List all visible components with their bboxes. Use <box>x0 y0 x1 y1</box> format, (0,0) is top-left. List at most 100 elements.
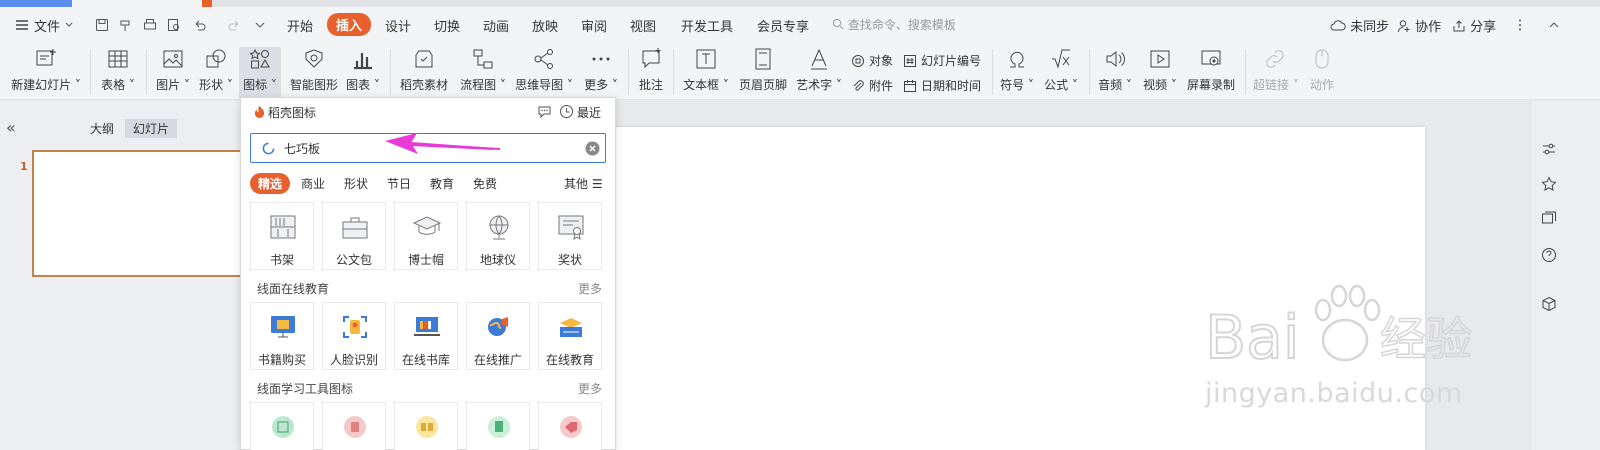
category-education[interactable]: 教育 <box>430 175 454 192</box>
undo-icon[interactable] <box>192 17 208 33</box>
tab-transitions[interactable]: 切换 <box>434 16 460 35</box>
chat-icon[interactable] <box>537 104 552 119</box>
collaborate-label: 协作 <box>1415 20 1442 35</box>
help-icon[interactable] <box>1541 247 1557 263</box>
collaborate-button[interactable]: 协作 <box>1397 16 1441 35</box>
action-label: 动作 <box>1309 78 1334 92</box>
datetime-button[interactable]: 日期和时间 <box>903 77 981 94</box>
category-holiday[interactable]: 节日 <box>387 175 411 192</box>
share-button[interactable]: 分享 <box>1452 16 1496 35</box>
new-slide-button[interactable]: 新建幻灯片 ˅ <box>10 47 82 99</box>
icon-card-online-education[interactable]: 在线教育 <box>538 302 602 370</box>
table-button[interactable]: 表格 ˅ <box>100 47 136 99</box>
window-tab[interactable] <box>0 0 72 7</box>
icon-card-learning-tool[interactable] <box>250 402 314 450</box>
hamburger-icon[interactable] <box>14 17 30 33</box>
symbol-button[interactable]: 符号 ˅ <box>999 47 1035 99</box>
screen-record-button[interactable]: 屏幕录制 <box>1186 47 1236 99</box>
tab-developer[interactable]: 开发工具 <box>681 16 733 35</box>
section-more-learning-tools[interactable]: 更多 <box>578 380 602 397</box>
file-menu[interactable]: 文件 <box>34 16 60 35</box>
tab-design[interactable]: 设计 <box>385 16 411 35</box>
mindmap-button[interactable]: 思维导图 ˅ <box>515 47 573 99</box>
more-label: 更多 <box>584 78 609 92</box>
category-business[interactable]: 商业 <box>301 175 325 192</box>
picture-button[interactable]: 图片 ˅ <box>155 47 191 99</box>
star-icon[interactable] <box>1541 176 1557 192</box>
clear-search-icon[interactable] <box>585 141 600 156</box>
icon-card-learning-tool[interactable] <box>538 402 602 450</box>
book-tool-icon <box>416 416 438 438</box>
action-button[interactable]: 动作 <box>1306 47 1338 99</box>
save-icon[interactable] <box>94 17 110 33</box>
docer-material-button[interactable]: 稻壳素材 <box>398 47 450 99</box>
icon-card-learning-tool[interactable] <box>466 402 530 450</box>
annotation-arrow <box>385 133 500 154</box>
category-free[interactable]: 免费 <box>473 175 497 192</box>
icon-button[interactable]: 图标 ˅ <box>239 47 281 99</box>
cube-icon[interactable] <box>1541 296 1557 312</box>
tab-slides[interactable]: 幻灯片 <box>125 119 178 138</box>
chevron-down-icon[interactable] <box>64 17 74 33</box>
icon-card-globe[interactable]: 地球仪 <box>466 202 530 270</box>
textbox-button[interactable]: 文本框 ˅ <box>682 47 730 99</box>
smart-art-button[interactable]: 智能图形 <box>287 47 341 99</box>
print-preview-icon[interactable] <box>166 17 182 33</box>
link-icon <box>1266 50 1284 68</box>
tab-insert[interactable]: 插入 <box>327 13 372 36</box>
video-button[interactable]: 视频 ˅ <box>1142 47 1178 99</box>
category-featured[interactable]: 精选 <box>250 173 291 194</box>
flowchart-button[interactable]: 流程图 ˅ <box>460 47 506 99</box>
baidu-watermark: Bai 经验 jingyan.baidu.com <box>1204 270 1495 410</box>
tab-animations[interactable]: 动画 <box>483 16 509 35</box>
tab-review[interactable]: 审阅 <box>581 16 607 35</box>
comment-button[interactable]: 批注 <box>636 47 666 99</box>
properties-icon[interactable] <box>1541 141 1557 157</box>
wordart-label: 艺术字 <box>796 78 833 92</box>
command-search[interactable]: 查找命令、搜索模板 <box>832 16 956 33</box>
recent-button[interactable]: 最近 <box>577 104 601 121</box>
hyperlink-button[interactable]: 超链接 ˅ <box>1253 47 1299 99</box>
audio-button[interactable]: 音频 ˅ <box>1097 47 1133 99</box>
window-tab-active[interactable] <box>72 0 202 7</box>
wordart-button[interactable]: 艺术字 ˅ <box>796 47 842 99</box>
formula-button[interactable]: 公式 ˅ <box>1043 47 1079 99</box>
icon-card-learning-tool[interactable] <box>322 402 386 450</box>
tab-member[interactable]: 会员专享 <box>757 16 809 35</box>
icon-card-book-purchase[interactable]: 书籍购买 <box>250 302 314 370</box>
more-button[interactable]: 更多 ˅ <box>583 47 619 99</box>
tab-outline[interactable]: 大纲 <box>82 119 122 138</box>
tab-slideshow[interactable]: 放映 <box>532 16 558 35</box>
sync-status[interactable]: 未同步 <box>1330 16 1389 35</box>
object-button[interactable]: 对象 <box>851 52 893 69</box>
customize-toolbar-icon[interactable] <box>252 17 268 33</box>
icon-card-certificate[interactable]: 奖状 <box>538 202 602 270</box>
print-icon[interactable] <box>142 17 158 33</box>
format-painter-icon[interactable] <box>118 17 134 33</box>
wordart-icon <box>811 48 827 70</box>
chart-button[interactable]: 图表 ˅ <box>345 47 381 99</box>
tab-view[interactable]: 视图 <box>630 16 656 35</box>
icon-card-face-recognition[interactable]: 人脸识别 <box>322 302 386 370</box>
icon-card-grad-cap[interactable]: 博士帽 <box>394 202 458 270</box>
redo-icon[interactable] <box>226 17 242 33</box>
collapse-ribbon-icon[interactable] <box>1546 17 1562 33</box>
icon-card-online-library[interactable]: 在线书库 <box>394 302 458 370</box>
category-shape[interactable]: 形状 <box>344 175 368 192</box>
tab-home[interactable]: 开始 <box>287 16 313 35</box>
icon-card-online-promotion[interactable]: 在线推广 <box>466 302 530 370</box>
slide-thumbnail[interactable] <box>32 150 248 277</box>
icon-card-bookshelf[interactable]: 书架 <box>250 202 314 270</box>
collapse-pane-icon[interactable]: « <box>6 118 16 137</box>
header-footer-button[interactable]: 页眉页脚 <box>738 47 788 99</box>
category-other[interactable]: 其他 ☰ <box>564 175 603 192</box>
icon-card-briefcase[interactable]: 公文包 <box>322 202 386 270</box>
section-more-online-education[interactable]: 更多 <box>578 280 602 297</box>
more-vertical-icon[interactable] <box>1512 17 1528 33</box>
slides-icon[interactable] <box>1541 211 1557 227</box>
slide-number-button[interactable]: 幻灯片编号 <box>903 52 981 69</box>
attachment-button[interactable]: 附件 <box>851 77 893 94</box>
watermark-url: jingyan.baidu.com <box>1205 378 1463 409</box>
shape-button[interactable]: 形状 ˅ <box>198 47 234 99</box>
icon-card-learning-tool[interactable] <box>394 402 458 450</box>
